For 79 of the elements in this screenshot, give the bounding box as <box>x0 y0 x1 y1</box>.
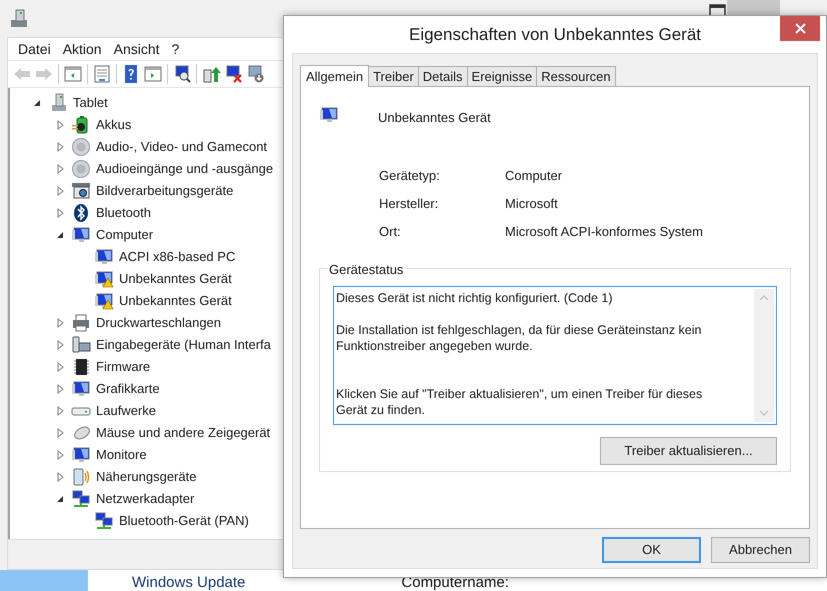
phone-icon <box>71 467 91 487</box>
network-icon <box>94 511 114 531</box>
tree-item[interactable]: Bildverarbeitungsgeräte <box>95 181 234 201</box>
property-value: Microsoft ACPI-konformes System <box>505 222 703 238</box>
tab[interactable]: Details <box>418 66 468 86</box>
expand-icon[interactable] <box>56 472 64 482</box>
speaker-icon <box>71 159 91 179</box>
tree-item[interactable]: Grafikkarte <box>95 379 161 399</box>
printer-icon <box>71 313 91 333</box>
status-text-field[interactable]: Dieses Gerät ist nicht richtig konfiguriert. (Code 1) Die Installation ist fehlgeschlagen, da für diese Geräteinstanz kein Funktionstreiber angegeben wurde. Klicken Sie auf "Treiber aktualisieren", um einen Treiber für dieses Gerät zu finden. <box>333 286 777 424</box>
keyboard-icon <box>71 335 91 355</box>
expand-icon[interactable] <box>56 208 64 218</box>
tree-item[interactable]: Audioeingänge und -ausgänge <box>95 159 274 179</box>
expand-icon[interactable] <box>56 362 64 372</box>
tree-item[interactable]: Monitore <box>95 445 148 465</box>
tree-item[interactable]: Computer <box>95 225 154 245</box>
monitor-icon <box>319 105 339 125</box>
property-value: Microsoft <box>505 194 558 210</box>
tree-item[interactable]: Akkus <box>95 115 132 135</box>
tree-item[interactable]: Firmware <box>95 357 152 377</box>
dialog-button[interactable]: Abbrechen <box>711 537 810 563</box>
tree-item[interactable]: Laufwerke <box>95 401 157 421</box>
menu-item[interactable]: Ansicht <box>112 38 161 60</box>
menu-item[interactable]: Datei <box>17 38 52 60</box>
tree-item[interactable]: Unbekanntes Gerät <box>118 291 233 311</box>
tab[interactable]: Treiber <box>368 66 419 86</box>
bluetooth-icon <box>71 203 91 223</box>
collapse-icon[interactable] <box>56 495 64 503</box>
expand-icon[interactable] <box>56 120 64 130</box>
monitor-icon <box>71 379 91 399</box>
expand-icon[interactable] <box>56 340 64 350</box>
link[interactable]: Windows Update <box>132 572 246 591</box>
monitor-icon <box>71 445 91 465</box>
property-label: Gerätetyp: <box>379 166 441 182</box>
tree-item[interactable]: Druckwarteschlangen <box>95 313 222 333</box>
computer-icon <box>9 8 29 30</box>
monitor-warning-icon <box>94 291 114 311</box>
dialog-title: Eigenschaften von Unbekanntes Gerät <box>408 24 702 46</box>
monitor-warning-icon <box>94 269 114 289</box>
network-icon <box>71 489 91 509</box>
expand-icon[interactable] <box>56 318 64 328</box>
device-name: Unbekanntes Gerät <box>378 109 491 127</box>
tree-item[interactable]: Audio-, Video- und Gamecont <box>95 137 268 157</box>
collapse-icon[interactable] <box>56 231 64 239</box>
dialog-button[interactable]: OK <box>602 537 701 563</box>
close-button[interactable] <box>780 16 820 41</box>
expand-icon[interactable] <box>56 428 64 438</box>
expand-icon[interactable] <box>56 186 64 196</box>
tree-item[interactable]: Netzwerkadapter <box>95 489 196 509</box>
property-value: Computer <box>505 166 562 182</box>
monitor-icon <box>94 247 114 267</box>
expand-icon[interactable] <box>56 164 64 174</box>
tree-item[interactable]: Tablet <box>72 93 109 113</box>
tab[interactable]: Allgemein <box>300 65 370 87</box>
menu-item[interactable]: ? <box>170 38 180 60</box>
monitor-icon <box>71 225 91 245</box>
tab[interactable]: Ereignisse <box>466 66 538 86</box>
property-label: Ort: <box>379 222 402 238</box>
expand-icon[interactable] <box>56 406 64 416</box>
tree-item[interactable]: Mäuse und andere Zeigegerät <box>95 423 272 443</box>
chip-icon <box>71 357 91 377</box>
tree-item[interactable]: Näherungsgeräte <box>95 467 198 487</box>
expand-icon[interactable] <box>56 450 64 460</box>
tree-item[interactable]: Unbekanntes Gerät <box>118 269 233 289</box>
property-label: Hersteller: <box>379 194 440 210</box>
tree-item[interactable]: Bluetooth-Gerät (PAN) <box>118 511 250 531</box>
expand-icon[interactable] <box>56 142 64 152</box>
tab[interactable]: Ressourcen <box>536 66 616 86</box>
close-icon <box>794 23 806 34</box>
label: Computername: <box>401 573 509 591</box>
expand-icon[interactable] <box>56 384 64 394</box>
tree-item[interactable]: Eingabegeräte (Human Interfa <box>95 335 272 355</box>
menu-item[interactable]: Aktion <box>62 38 103 60</box>
collapse-icon[interactable] <box>33 99 41 107</box>
tree-item[interactable]: ACPI x86-based PC <box>118 247 236 267</box>
speaker-icon <box>71 137 91 157</box>
tree-item[interactable]: Bluetooth <box>95 203 152 223</box>
camera-icon <box>71 181 91 201</box>
update-driver-button[interactable]: Treiber aktualisieren... <box>600 436 777 464</box>
